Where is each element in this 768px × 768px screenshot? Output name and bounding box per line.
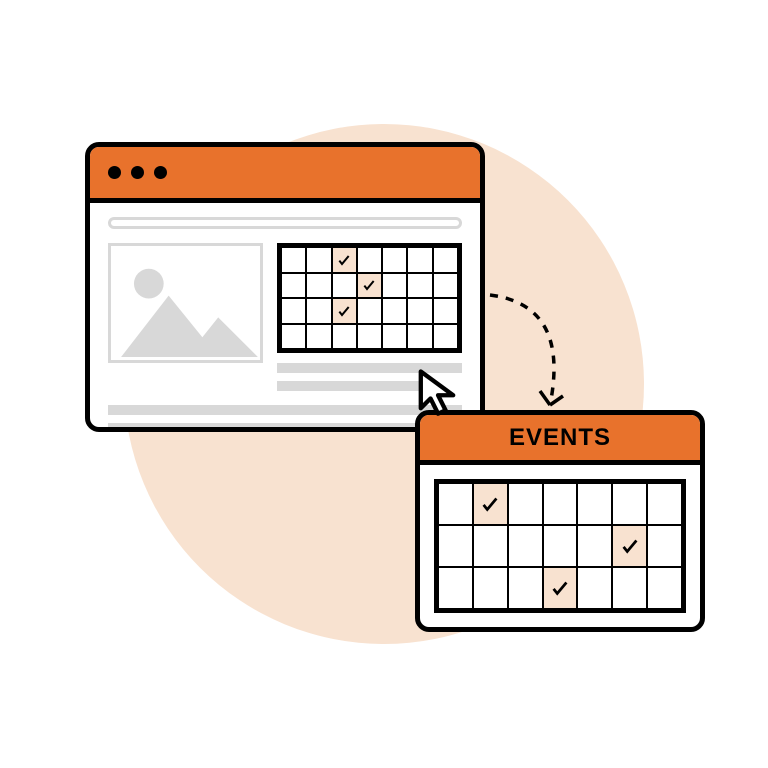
image-placeholder-icon xyxy=(108,243,263,363)
placeholder-lines xyxy=(108,405,462,432)
window-control-dot[interactable] xyxy=(154,166,167,179)
events-panel: EVENTS xyxy=(415,410,705,632)
check-icon xyxy=(474,484,507,524)
text-line xyxy=(108,423,462,432)
events-calendar-grid[interactable] xyxy=(434,479,686,613)
text-line xyxy=(277,381,421,391)
text-line xyxy=(108,405,462,415)
window-control-dot[interactable] xyxy=(108,166,121,179)
check-icon xyxy=(358,274,381,298)
check-icon xyxy=(544,568,577,608)
check-icon xyxy=(333,299,356,323)
browser-titlebar xyxy=(90,147,480,203)
events-title-label: EVENTS xyxy=(509,424,611,452)
check-icon xyxy=(613,526,646,566)
content-row xyxy=(108,243,462,391)
check-icon xyxy=(333,248,356,272)
window-control-dot[interactable] xyxy=(131,166,144,179)
url-bar[interactable] xyxy=(108,217,462,229)
cursor-icon xyxy=(410,365,464,424)
mini-calendar[interactable] xyxy=(277,243,462,353)
